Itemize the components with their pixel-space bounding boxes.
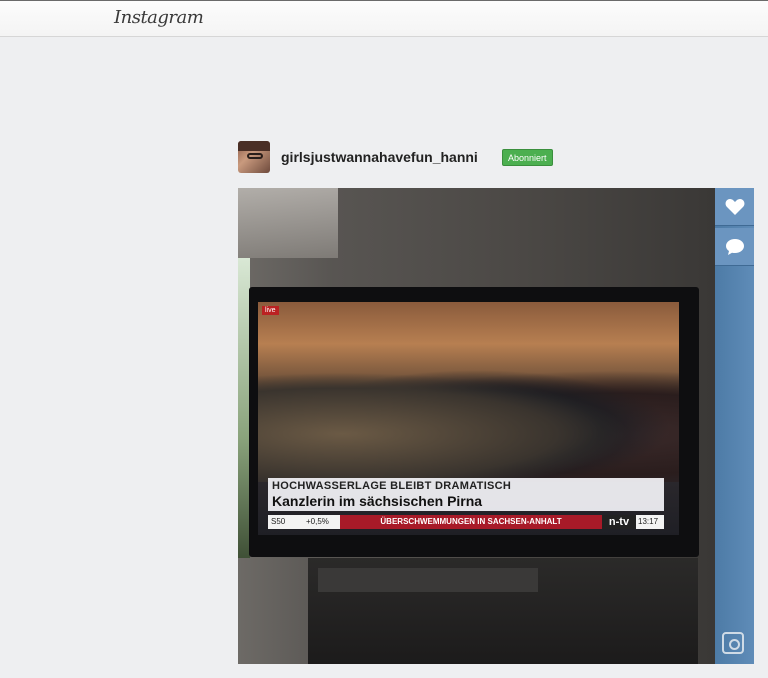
tv-ticker: S50 +0,5% ÜBERSCHWEMMUNGEN IN SACHSEN-AN… — [268, 515, 664, 529]
follow-status-button[interactable]: Abonniert — [502, 149, 553, 166]
user-avatar[interactable] — [238, 141, 270, 173]
top-bar: Instagram — [0, 0, 768, 37]
post-username[interactable]: girlsjustwannahavefun_hanni — [281, 149, 478, 165]
comment-button[interactable] — [715, 228, 754, 266]
tv-live-tag: live — [262, 306, 279, 315]
comment-icon — [725, 238, 744, 255]
tv-ticker-pct: +0,5% — [306, 517, 329, 526]
tv-headline-box: HOCHWASSERLAGE BLEIBT DRAMATISCH Kanzler… — [268, 478, 664, 511]
tv-screen: live HOCHWASSERLAGE BLEIBT DRAMATISCH Ka… — [258, 302, 679, 535]
heart-icon — [725, 198, 744, 215]
tv-ticker-stock: S50 — [271, 517, 286, 526]
like-button[interactable] — [715, 188, 754, 226]
instagram-logo[interactable]: Instagram — [114, 7, 204, 28]
tv-ticker-banner: ÜBERSCHWEMMUNGEN IN SACHSEN-ANHALT — [340, 515, 602, 529]
tv-headline-top: HOCHWASSERLAGE BLEIBT DRAMATISCH — [272, 480, 512, 492]
post-photo[interactable]: live HOCHWASSERLAGE BLEIBT DRAMATISCH Ka… — [238, 188, 715, 664]
tv-headline-main: Kanzlerin im sächsischen Pirna — [272, 493, 483, 509]
tv-channel-logo: n-tv — [602, 515, 636, 529]
instagram-camera-icon[interactable] — [722, 632, 744, 654]
tv-clock: 13:17 — [638, 517, 659, 526]
post-actions-sidebar — [715, 188, 754, 664]
